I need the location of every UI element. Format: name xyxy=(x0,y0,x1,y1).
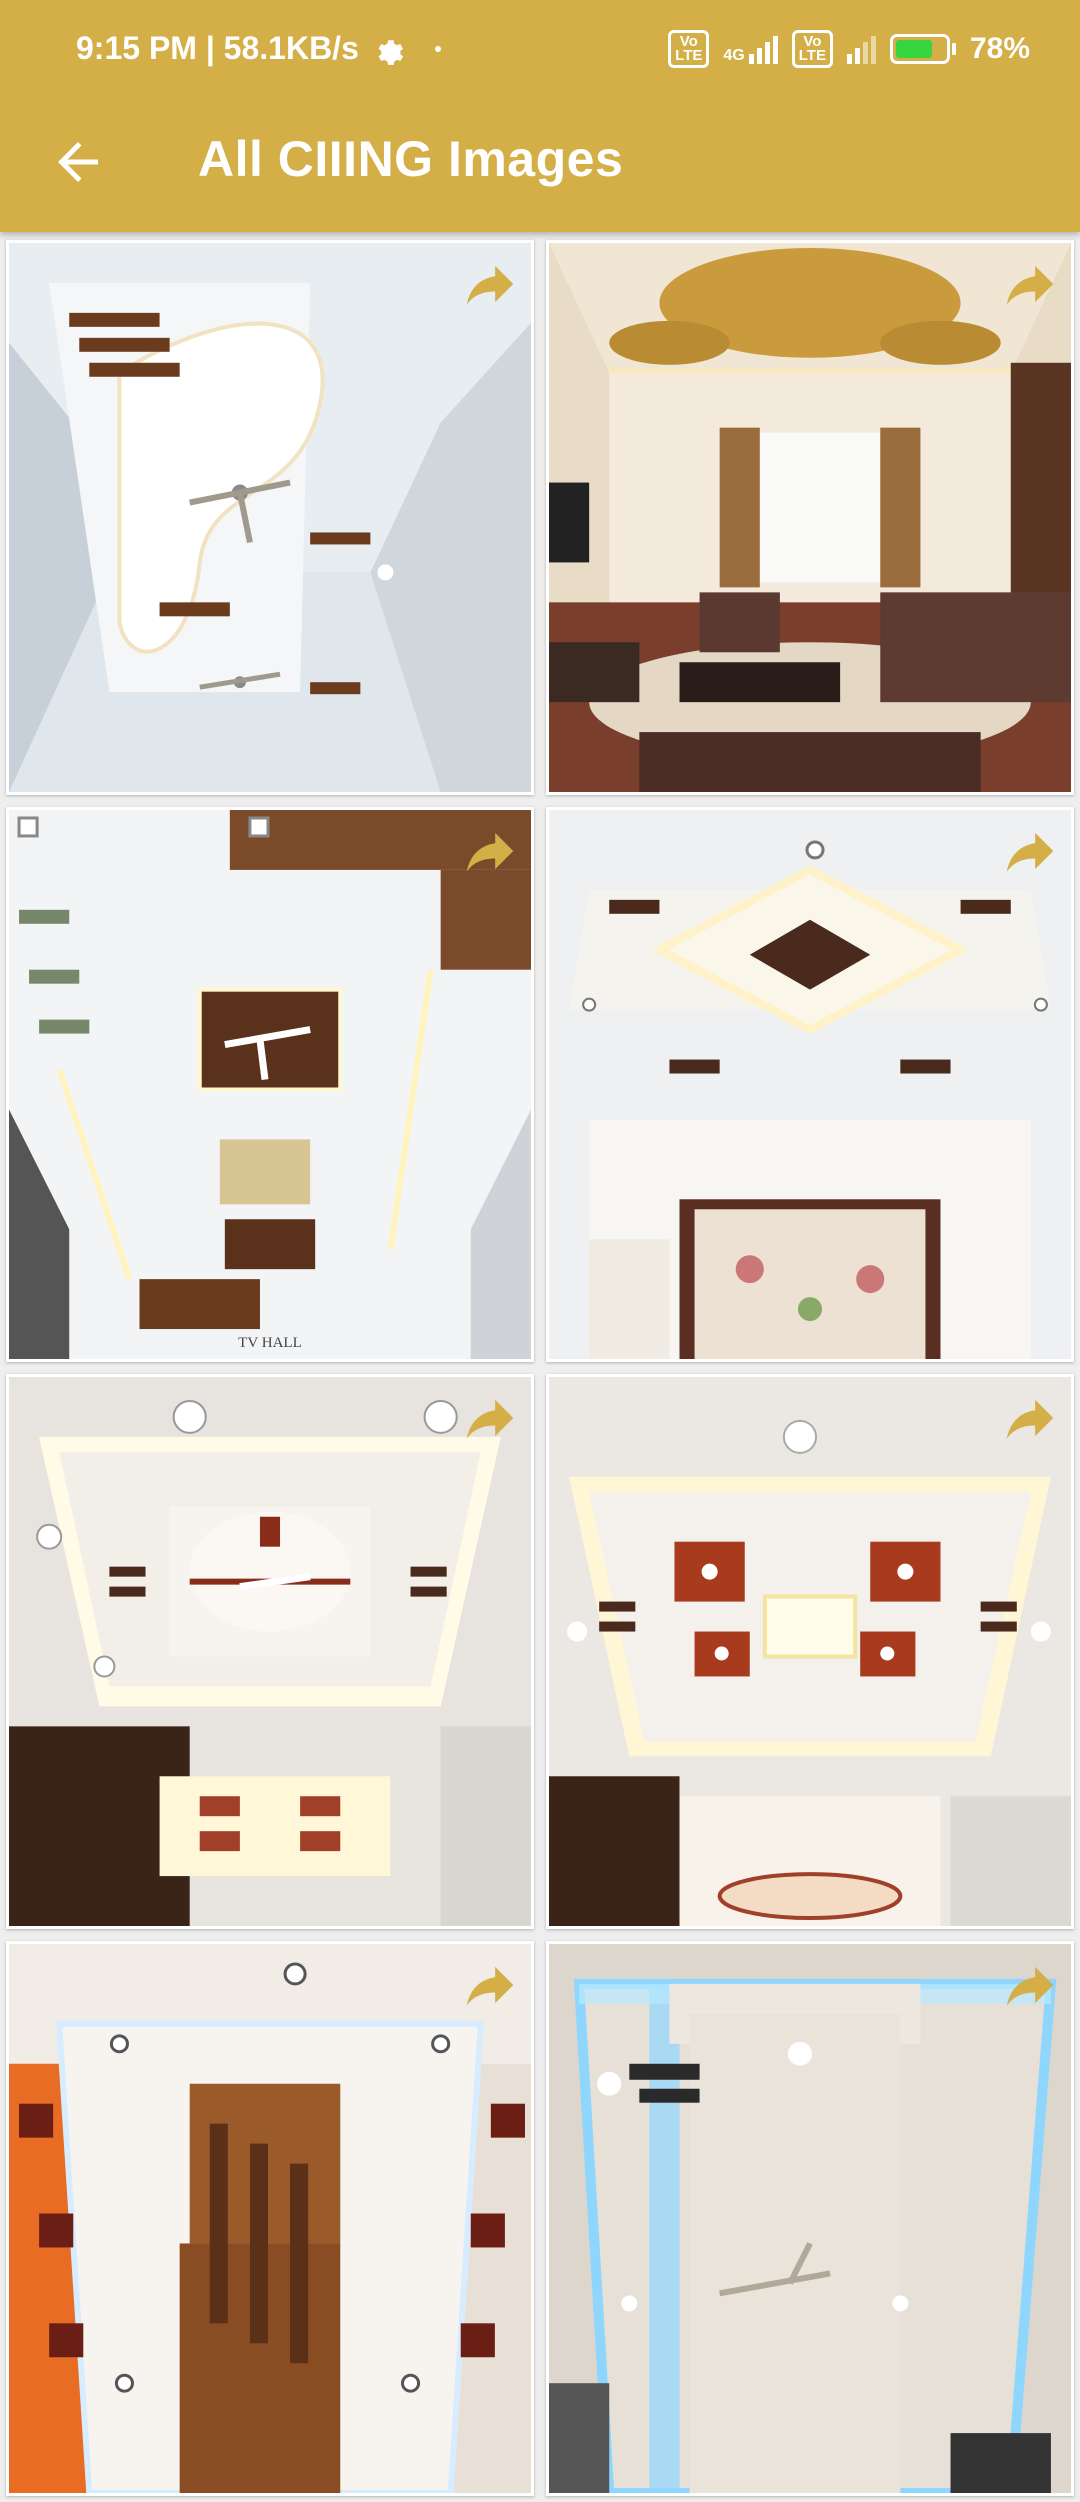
ceiling-image-card[interactable] xyxy=(546,240,1074,795)
share-arrow-icon[interactable] xyxy=(999,253,1061,315)
ceiling-image-card[interactable] xyxy=(6,240,534,795)
volte-icon: Vo LTE xyxy=(668,30,710,68)
ceiling-image-card[interactable] xyxy=(546,807,1074,1362)
ceiling-photo xyxy=(9,1377,531,1926)
ceiling-photo: TV HALL xyxy=(9,810,531,1359)
ceiling-photo xyxy=(9,1944,531,2493)
volte-icon-2: Vo LTE xyxy=(791,30,833,68)
notification-dot-icon xyxy=(434,45,441,52)
ceiling-photo xyxy=(9,243,531,792)
status-time-speed: 9:15 PM | 58.1KB/s xyxy=(76,30,359,66)
back-arrow-icon[interactable] xyxy=(48,132,108,192)
ceiling-photo xyxy=(549,1944,1071,2493)
battery-percent: 78% xyxy=(969,32,1030,65)
page-title: All CIIING Images xyxy=(198,131,624,187)
ceiling-photo xyxy=(549,243,1071,792)
share-arrow-icon[interactable] xyxy=(999,1387,1061,1449)
share-arrow-icon[interactable] xyxy=(459,820,521,882)
status-bar: 9:15 PM | 58.1KB/s Vo LTE 4G Vo LTE 78% xyxy=(0,0,1080,96)
app-bar: 9:15 PM | 58.1KB/s VoLTE 4G VoLTE 78% xyxy=(0,0,1080,232)
share-arrow-icon[interactable] xyxy=(459,253,521,315)
ceiling-image-card[interactable] xyxy=(6,1374,534,1929)
share-arrow-icon[interactable] xyxy=(459,1387,521,1449)
settings-gear-icon xyxy=(378,39,404,65)
image-caption-tv-hall: TV HALL xyxy=(238,1335,302,1351)
ceiling-photo xyxy=(549,810,1071,1359)
ceiling-image-card[interactable]: TV HALL xyxy=(6,807,534,1362)
ceiling-image-card[interactable] xyxy=(6,1941,534,2496)
toolbar: All CIIING Images xyxy=(0,96,1080,232)
image-grid: TV HALL xyxy=(0,234,1080,2502)
signal-strength-icon-2 xyxy=(846,34,876,64)
network-type-label: 4G xyxy=(723,47,745,64)
battery-icon xyxy=(889,34,956,64)
ceiling-photo xyxy=(549,1377,1071,1926)
share-arrow-icon[interactable] xyxy=(999,1954,1061,2016)
share-arrow-icon[interactable] xyxy=(999,820,1061,882)
share-arrow-icon[interactable] xyxy=(459,1954,521,2016)
signal-strength-icon xyxy=(748,34,778,64)
ceiling-image-card[interactable] xyxy=(546,1941,1074,2496)
ceiling-image-card[interactable] xyxy=(546,1374,1074,1929)
